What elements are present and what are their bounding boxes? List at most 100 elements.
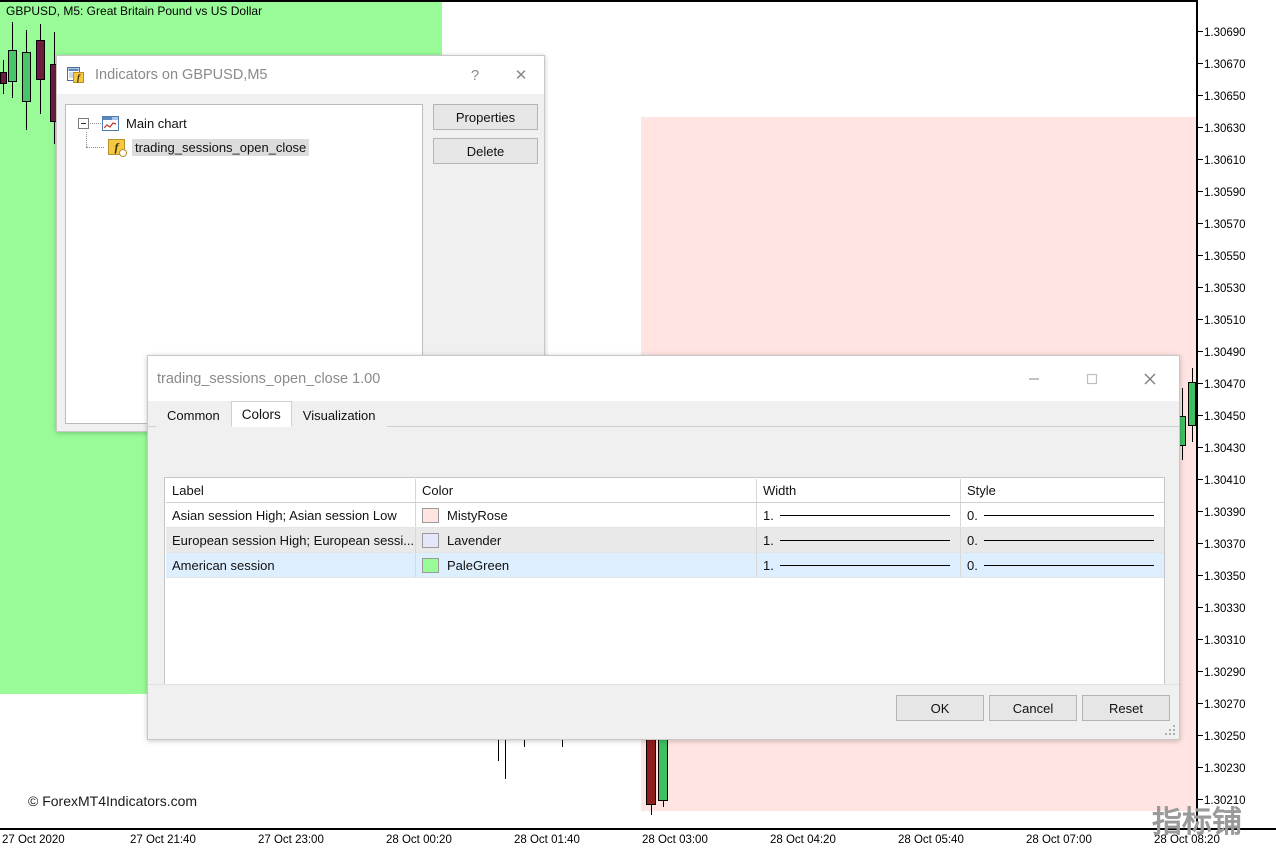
column-header-width: Width [757, 479, 961, 502]
properties-dialog-controls [1005, 356, 1179, 401]
mt4-application-window: GBPUSD, M5: Great Britain Pound vs US Do… [0, 0, 1276, 854]
price-tick: 1.30290 [1198, 667, 1246, 680]
close-icon[interactable] [1121, 356, 1179, 401]
color-name: PaleGreen [447, 557, 510, 573]
candlestick [658, 737, 668, 807]
price-tick: 1.30450 [1198, 411, 1246, 424]
time-axis[interactable]: 27 Oct 2020 27 Oct 21:40 27 Oct 23:00 28… [0, 828, 1276, 854]
color-name: Lavender [447, 532, 502, 548]
candlestick [0, 60, 7, 94]
price-tick: 1.30330 [1198, 603, 1246, 616]
table-row[interactable]: Asian session High; Asian session Low Mi… [166, 503, 1164, 528]
color-swatch[interactable] [422, 532, 439, 548]
style-line-preview [983, 514, 1154, 516]
price-tick: 1.30630 [1198, 123, 1246, 136]
cell-color[interactable]: PaleGreen [416, 553, 757, 577]
cell-width[interactable]: 1. [757, 553, 961, 577]
properties-dialog-body: Common Colors Visualization Label Color … [148, 401, 1179, 739]
time-tick: 27 Oct 2020 [2, 834, 65, 846]
tree-row-main-chart[interactable]: Main chart [70, 111, 418, 135]
properties-button[interactable]: Properties [433, 104, 538, 130]
time-tick: 28 Oct 04:20 [770, 834, 836, 846]
properties-dialog-title: trading_sessions_open_close 1.00 [157, 370, 381, 387]
tree-connector [82, 132, 108, 158]
cell-label[interactable]: American session [166, 553, 416, 577]
candlestick [646, 737, 656, 815]
color-swatch[interactable] [422, 557, 439, 573]
width-value: 1. [763, 557, 774, 573]
time-tick: 28 Oct 01:40 [514, 834, 580, 846]
colors-grid[interactable]: Label Color Width Style Asian session Hi… [166, 479, 1164, 578]
style-line-preview [983, 539, 1154, 541]
properties-dialog-titlebar[interactable]: trading_sessions_open_close 1.00 [148, 356, 1179, 401]
price-tick: 1.30670 [1198, 59, 1246, 72]
indicators-window-titlebar[interactable]: f Indicators on GBPUSD,M5 ? ✕ [57, 56, 544, 95]
help-button[interactable]: ? [452, 56, 498, 94]
price-tick: 1.30510 [1198, 315, 1246, 328]
cell-style[interactable]: 0. [961, 553, 1164, 577]
price-tick: 1.30570 [1198, 219, 1246, 232]
cell-color[interactable]: MistyRose [416, 503, 757, 527]
reset-button[interactable]: Reset [1082, 695, 1170, 721]
close-icon[interactable]: ✕ [498, 56, 544, 94]
candlestick [1188, 368, 1196, 442]
tab-colors[interactable]: Colors [230, 401, 292, 427]
price-tick: 1.30650 [1198, 91, 1246, 104]
price-tick: 1.30590 [1198, 187, 1246, 200]
indicators-window-controls: ? ✕ [452, 56, 544, 94]
time-tick: 28 Oct 05:40 [898, 834, 964, 846]
tree-label-indicator[interactable]: trading_sessions_open_close [132, 138, 310, 156]
cell-width[interactable]: 1. [757, 503, 961, 527]
price-axis[interactable]: 1.30690 1.30670 1.30650 1.30630 1.30610 … [1196, 0, 1276, 828]
price-tick: 1.30490 [1198, 347, 1246, 360]
time-tick: 28 Oct 00:20 [386, 834, 452, 846]
price-tick: 1.30410 [1198, 475, 1246, 488]
cell-width[interactable]: 1. [757, 528, 961, 552]
width-line-preview [779, 514, 950, 516]
indicator-properties-dialog[interactable]: trading_sessions_open_close 1.00 Common … [147, 355, 1180, 740]
style-value: 0. [967, 507, 978, 523]
chart-title: GBPUSD, M5: Great Britain Pound vs US Do… [6, 4, 263, 18]
candlestick [36, 24, 45, 114]
cell-style[interactable]: 0. [961, 503, 1164, 527]
price-tick: 1.30470 [1198, 379, 1246, 392]
price-tick: 1.30430 [1198, 443, 1246, 456]
width-line-preview [779, 564, 950, 566]
candlestick [22, 30, 31, 130]
cell-label[interactable]: European session High; European sessi... [166, 528, 416, 552]
minimize-icon[interactable] [1005, 356, 1063, 401]
properties-dialog-footer: OK Cancel Reset [148, 684, 1179, 739]
cancel-button[interactable]: Cancel [989, 695, 1077, 721]
chart-icon [102, 115, 119, 131]
price-tick: 1.30370 [1198, 539, 1246, 552]
table-row[interactable]: American session PaleGreen 1. 0. [166, 553, 1164, 578]
color-swatch[interactable] [422, 507, 439, 523]
time-tick: 28 Oct 07:00 [1026, 834, 1092, 846]
column-header-color: Color [416, 479, 757, 502]
ok-button[interactable]: OK [896, 695, 984, 721]
table-row[interactable]: European session High; European sessi...… [166, 528, 1164, 553]
resize-grip[interactable] [1163, 723, 1175, 735]
candlestick [8, 22, 17, 98]
delete-button[interactable]: Delete [433, 138, 538, 164]
tab-visualization[interactable]: Visualization [291, 404, 387, 427]
tree-row-indicator[interactable]: f trading_sessions_open_close [70, 132, 418, 159]
cell-color[interactable]: Lavender [416, 528, 757, 552]
properties-tabstrip: Common Colors Visualization [156, 401, 387, 427]
tree-connector [90, 122, 101, 124]
indicators-window-title: Indicators on GBPUSD,M5 [95, 67, 268, 83]
cell-style[interactable]: 0. [961, 528, 1164, 552]
maximize-icon[interactable] [1063, 356, 1121, 401]
colors-grid-header: Label Color Width Style [166, 479, 1164, 503]
price-tick: 1.30390 [1198, 507, 1246, 520]
cell-label[interactable]: Asian session High; Asian session Low [166, 503, 416, 527]
tree-label-main-chart: Main chart [126, 115, 187, 131]
width-line-preview [779, 539, 950, 541]
price-tick: 1.30530 [1198, 283, 1246, 296]
price-tick: 1.30690 [1198, 27, 1246, 40]
collapse-icon[interactable] [78, 117, 89, 129]
price-tick: 1.30310 [1198, 635, 1246, 648]
price-tick: 1.30270 [1198, 699, 1246, 712]
tab-common[interactable]: Common [156, 404, 231, 427]
width-value: 1. [763, 532, 774, 548]
